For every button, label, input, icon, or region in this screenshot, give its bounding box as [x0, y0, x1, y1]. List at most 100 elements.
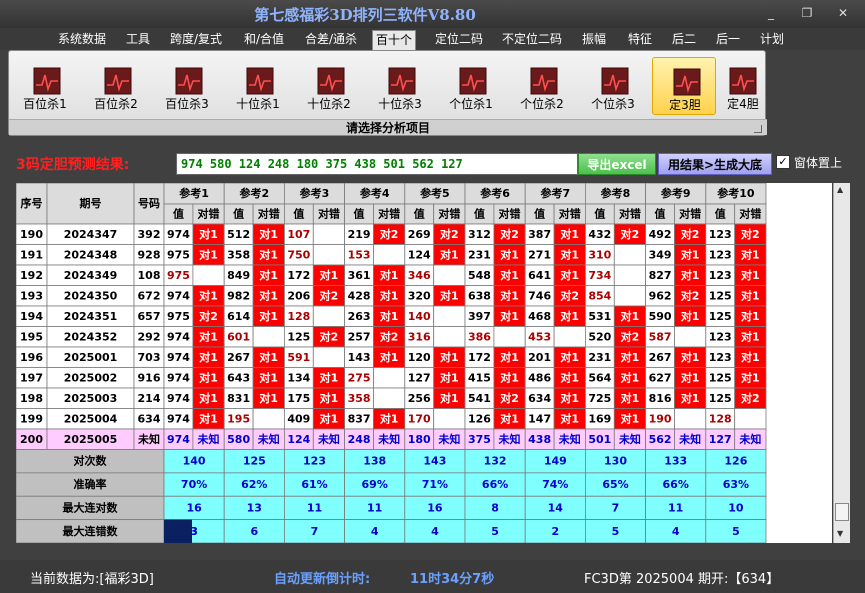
- row-num-text: 672: [138, 289, 161, 302]
- chart-icon: [673, 68, 701, 96]
- cell-result: [613, 244, 647, 266]
- menu-item-13[interactable]: 计划: [754, 30, 790, 50]
- menu-item-4[interactable]: 和/合值: [238, 30, 290, 50]
- cell-result-text: 对1: [199, 350, 218, 364]
- ribbon-button-9[interactable]: 个位杀3: [581, 57, 645, 115]
- cell-result-text: 对1: [199, 370, 218, 384]
- stat-cell-text: 13: [247, 501, 262, 514]
- stat-cell-text: 8: [491, 501, 499, 514]
- stat-cell-text: 16: [427, 501, 443, 514]
- cell-value-text: 975: [167, 310, 190, 323]
- cell-result: [433, 408, 466, 430]
- ribbon-button-10[interactable]: 定3胆: [652, 57, 716, 115]
- generate-button[interactable]: 用结果>生成大底: [658, 153, 772, 175]
- ribbon-button-2[interactable]: 百位杀2: [84, 57, 148, 115]
- header-res-text: 对错: [258, 207, 280, 221]
- header-val-text: 值: [173, 207, 184, 221]
- stat-cell-text: 5: [732, 525, 740, 538]
- countdown-value: 11时34分7秒: [410, 572, 495, 587]
- menu-item-2[interactable]: 工具: [120, 30, 156, 50]
- ribbon-button-4[interactable]: 十位杀1: [226, 57, 290, 115]
- countdown-label: 自动更新倒计时:: [274, 572, 371, 587]
- cell-result: [373, 387, 406, 409]
- cell-value-text: 316: [408, 330, 431, 343]
- data-grid: 序号 期号 号码 参考1 值对错 参考2 值对错 参考3 值对错 参考4 值对错 参考5 值对错 参考6 值…: [16, 183, 832, 543]
- cell-result: [252, 326, 285, 348]
- close-button[interactable]: ✕: [832, 4, 854, 22]
- cell-result-text: 对2: [741, 227, 760, 241]
- ribbon-button-1[interactable]: 百位杀1: [13, 57, 77, 115]
- cell-result-text: 对1: [500, 268, 519, 282]
- cell-result: [373, 367, 406, 389]
- stat-cell-text: 123: [303, 455, 326, 468]
- ribbon-button-5[interactable]: 十位杀2: [297, 57, 361, 115]
- minimize-button[interactable]: _: [760, 4, 782, 22]
- menu-item-6[interactable]: 百十个: [372, 30, 416, 50]
- stat-cell-text: 70%: [181, 478, 207, 491]
- menu-item-5[interactable]: 合差/通杀: [298, 30, 364, 50]
- menu-item-11[interactable]: 后二: [666, 30, 702, 50]
- cell-result-text: 对1: [199, 411, 218, 425]
- cell-value-text: 974: [167, 289, 190, 302]
- cell-result-text: 对1: [380, 288, 399, 302]
- stat-cell-text: 125: [243, 455, 266, 468]
- scroll-up-icon[interactable]: ▲: [837, 185, 843, 194]
- cell-value-text: 982: [227, 289, 250, 302]
- chart-icon: [530, 67, 558, 95]
- cell-value-text: 127: [408, 371, 431, 384]
- cell-value-text: 175: [287, 392, 310, 405]
- ribbon-button-8[interactable]: 个位杀2: [510, 57, 574, 115]
- cell-value-text: 415: [468, 371, 491, 384]
- menu-bar: 系统数据 工具 跨度/复式 和/合值 合差/通杀 百十个 定位二码 不定位二码 振幅 特征 后二 后一…: [0, 28, 865, 50]
- cell-value-text: 601: [227, 330, 250, 343]
- cell-value-text: 349: [649, 248, 672, 261]
- cell-value-text: 124: [287, 433, 310, 446]
- cell-value-text: 267: [649, 351, 672, 364]
- cell-result-text: 对2: [440, 227, 459, 241]
- cell-value-text: 974: [167, 351, 190, 364]
- scroll-down-icon[interactable]: ▼: [837, 529, 843, 538]
- grid-marker: [164, 519, 192, 543]
- cell-result: [312, 223, 345, 245]
- cell-result-text: 对2: [681, 227, 700, 241]
- menu-item-9[interactable]: 振幅: [576, 30, 612, 50]
- ribbon-button-3[interactable]: 百位杀3: [155, 57, 219, 115]
- ribbon-button-7[interactable]: 个位杀1: [439, 57, 503, 115]
- menu-item-7[interactable]: 定位二码: [428, 30, 490, 50]
- header-ref-text: 参考8: [601, 186, 631, 200]
- cell-value-text: 120: [408, 351, 431, 364]
- window-top-checkbox[interactable]: ✓: [776, 155, 790, 169]
- cell-result: [433, 264, 466, 286]
- stat-cell-text: 61%: [301, 478, 327, 491]
- cell-value-text: 974: [167, 330, 190, 343]
- menu-item-10[interactable]: 特征: [622, 30, 658, 50]
- menu-item-3[interactable]: 跨度/复式: [164, 30, 228, 50]
- maximize-button[interactable]: ❐: [796, 4, 818, 22]
- cell-result-text: 对2: [380, 329, 399, 343]
- cell-value-text: 564: [588, 371, 611, 384]
- current-data-label: 当前数据为:[福彩3D]: [30, 572, 154, 587]
- row-seq-text: 193: [20, 289, 43, 302]
- cell-result-text: 对2: [621, 329, 640, 343]
- menu-item-12[interactable]: 后一: [710, 30, 746, 50]
- menu-item-8[interactable]: 不定位二码: [496, 30, 568, 50]
- ribbon-button-label: 定4胆: [727, 97, 759, 111]
- result-field[interactable]: 974 580 124 248 180 375 438 501 562 127: [176, 153, 578, 175]
- cell-result-text: 对1: [440, 288, 459, 302]
- ribbon-button-6[interactable]: 十位杀3: [368, 57, 432, 115]
- menu-item-1[interactable]: 系统数据: [52, 30, 112, 50]
- row-period-text: 2024349: [64, 269, 118, 282]
- cell-result: [192, 264, 225, 286]
- vertical-scrollbar[interactable]: ▲ ▼: [833, 183, 850, 543]
- stat-cell-text: 6: [250, 525, 258, 538]
- header-res-text: 对错: [739, 207, 761, 221]
- ribbon-button-11[interactable]: 定4胆: [715, 57, 771, 115]
- stat-cell-text: 7: [612, 501, 620, 514]
- cell-value-text: 453: [528, 330, 551, 343]
- ribbon-expand-icon[interactable]: [754, 125, 762, 133]
- cell-value-text: 195: [227, 412, 250, 425]
- scroll-thumb[interactable]: [835, 503, 849, 521]
- cell-value-text: 127: [709, 433, 732, 446]
- export-excel-button[interactable]: 导出excel: [578, 153, 656, 175]
- cell-result-text: 对1: [560, 370, 579, 384]
